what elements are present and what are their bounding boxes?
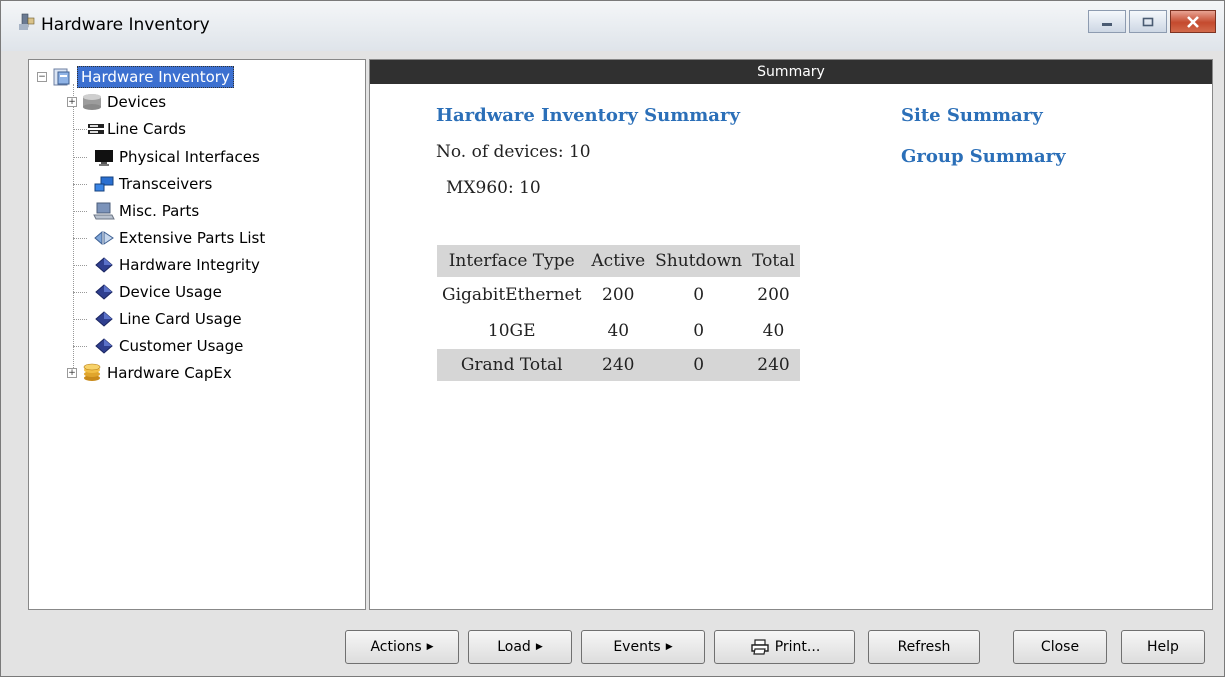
button-label: Refresh xyxy=(897,639,951,655)
device-count-text: No. of devices: 10 xyxy=(436,142,591,162)
table-total-row: Grand Total 240 0 240 xyxy=(437,349,800,381)
window-title: Hardware Inventory xyxy=(41,15,210,35)
button-label: Actions xyxy=(370,639,422,655)
column-header: Total xyxy=(747,245,800,277)
button-label: Events xyxy=(613,639,661,655)
site-summary-link[interactable]: Site Summary xyxy=(901,105,1043,126)
table-header-row: Interface Type Active Shutdown Total xyxy=(437,245,800,277)
table-cell: 40 xyxy=(762,321,785,341)
load-button[interactable]: Load ▶ xyxy=(468,630,572,664)
button-label: Help xyxy=(1147,639,1179,655)
tree-root-label: Hardware Inventory xyxy=(77,66,234,88)
hardware-inventory-summary-link[interactable]: Hardware Inventory Summary xyxy=(436,105,740,126)
tree-item-misc-parts[interactable]: Misc. Parts xyxy=(93,199,199,223)
parts-list-icon xyxy=(93,228,115,248)
transceiver-icon xyxy=(93,174,115,194)
menu-arrow-icon: ▶ xyxy=(665,642,673,652)
refresh-button[interactable]: Refresh xyxy=(868,630,980,664)
expand-toggle[interactable]: + xyxy=(67,368,77,378)
tree-item-label: Customer Usage xyxy=(119,337,244,355)
diamond-icon xyxy=(93,309,115,329)
diamond-icon xyxy=(93,255,115,275)
table-cell: 240 xyxy=(586,349,651,381)
diamond-icon xyxy=(93,282,115,302)
table-cell: 40 xyxy=(607,321,630,341)
printer-icon xyxy=(751,639,769,655)
events-button[interactable]: Events ▶ xyxy=(581,630,705,664)
close-window-button[interactable] xyxy=(1170,10,1216,33)
tree-item-label: Devices xyxy=(107,93,167,111)
coins-icon xyxy=(81,363,103,383)
button-label: Close xyxy=(1040,639,1080,655)
column-header: Active xyxy=(586,245,651,277)
table-cell: 10GE xyxy=(487,321,536,341)
table-cell: 200 xyxy=(602,285,635,305)
summary-header: Summary xyxy=(370,60,1212,84)
tree-item-label: Extensive Parts List xyxy=(119,229,266,247)
actions-button[interactable]: Actions ▶ xyxy=(345,630,459,664)
table-cell: Grand Total xyxy=(437,349,587,381)
table-cell: GigabitEthernet xyxy=(442,285,582,305)
tree-item-device-usage[interactable]: Device Usage xyxy=(93,280,222,304)
close-icon xyxy=(1187,15,1199,28)
button-label: Print... xyxy=(774,639,821,655)
menu-arrow-icon: ▶ xyxy=(426,642,434,652)
tree-item-label: Line Cards xyxy=(107,120,186,138)
maximize-icon xyxy=(1142,17,1154,26)
menu-arrow-icon: ▶ xyxy=(535,642,543,652)
tree-item-label: Line Card Usage xyxy=(119,310,242,328)
navigation-tree[interactable]: − Hardware Inventory + Devices Line Card… xyxy=(28,59,366,610)
tree-item-customer-usage[interactable]: Customer Usage xyxy=(93,334,243,358)
diamond-icon xyxy=(93,336,115,356)
minimize-button[interactable] xyxy=(1088,10,1126,33)
summary-panel: Summary Hardware Inventory Summary No. o… xyxy=(369,59,1213,610)
tree-item-extensive-parts-list[interactable]: Extensive Parts List xyxy=(93,226,265,250)
laptop-icon xyxy=(93,201,115,221)
table-row: 10GE 40 0 40 xyxy=(437,313,800,349)
tree-item-label: Physical Interfaces xyxy=(119,148,260,166)
table-cell: 0 xyxy=(650,349,748,381)
tree-item-physical-interfaces[interactable]: Physical Interfaces xyxy=(93,145,260,169)
tree-item-line-cards[interactable]: Line Cards xyxy=(87,117,186,141)
title-bar[interactable]: Hardware Inventory xyxy=(1,1,1224,51)
collapse-toggle[interactable]: − xyxy=(37,72,47,82)
table-cell: 200 xyxy=(757,285,790,305)
tree-root[interactable]: − Hardware Inventory xyxy=(37,65,234,89)
help-button[interactable]: Help xyxy=(1121,630,1205,664)
hardware-inventory-window: Hardware Inventory − Hardware Inventory … xyxy=(0,0,1225,677)
tree-item-label: Transceivers xyxy=(119,175,213,193)
tree-item-line-card-usage[interactable]: Line Card Usage xyxy=(93,307,242,331)
expand-toggle[interactable]: + xyxy=(67,97,77,107)
close-button[interactable]: Close xyxy=(1013,630,1107,664)
column-header: Interface Type xyxy=(437,245,587,277)
minimize-icon xyxy=(1102,22,1112,26)
disk-icon xyxy=(81,92,103,112)
tree-item-hardware-integrity[interactable]: Hardware Integrity xyxy=(93,253,260,277)
table-cell: 240 xyxy=(747,349,800,381)
model-count-text: MX960: 10 xyxy=(446,178,541,198)
group-summary-link[interactable]: Group Summary xyxy=(901,146,1066,167)
tree-item-label: Misc. Parts xyxy=(119,202,200,220)
window-controls xyxy=(1088,10,1216,34)
print-button[interactable]: Print... xyxy=(714,630,855,664)
tree-item-devices[interactable]: + Devices xyxy=(67,90,166,114)
button-label: Load xyxy=(497,639,531,655)
line-card-icon xyxy=(87,119,105,139)
monitor-icon xyxy=(93,147,115,167)
interface-table: Interface Type Active Shutdown Total Gig… xyxy=(437,245,800,381)
maximize-button[interactable] xyxy=(1129,10,1167,33)
inventory-root-icon xyxy=(51,67,73,87)
column-header: Shutdown xyxy=(650,245,748,277)
tree-item-hardware-capex[interactable]: + Hardware CapEx xyxy=(67,361,232,385)
tree-item-label: Hardware CapEx xyxy=(107,364,232,382)
table-cell: 0 xyxy=(693,321,705,341)
tree-item-label: Device Usage xyxy=(119,283,222,301)
table-cell: 0 xyxy=(693,285,705,305)
table-row: GigabitEthernet 200 0 200 xyxy=(437,277,800,313)
tree-item-transceivers[interactable]: Transceivers xyxy=(93,172,212,196)
tree-item-label: Hardware Integrity xyxy=(119,256,260,274)
